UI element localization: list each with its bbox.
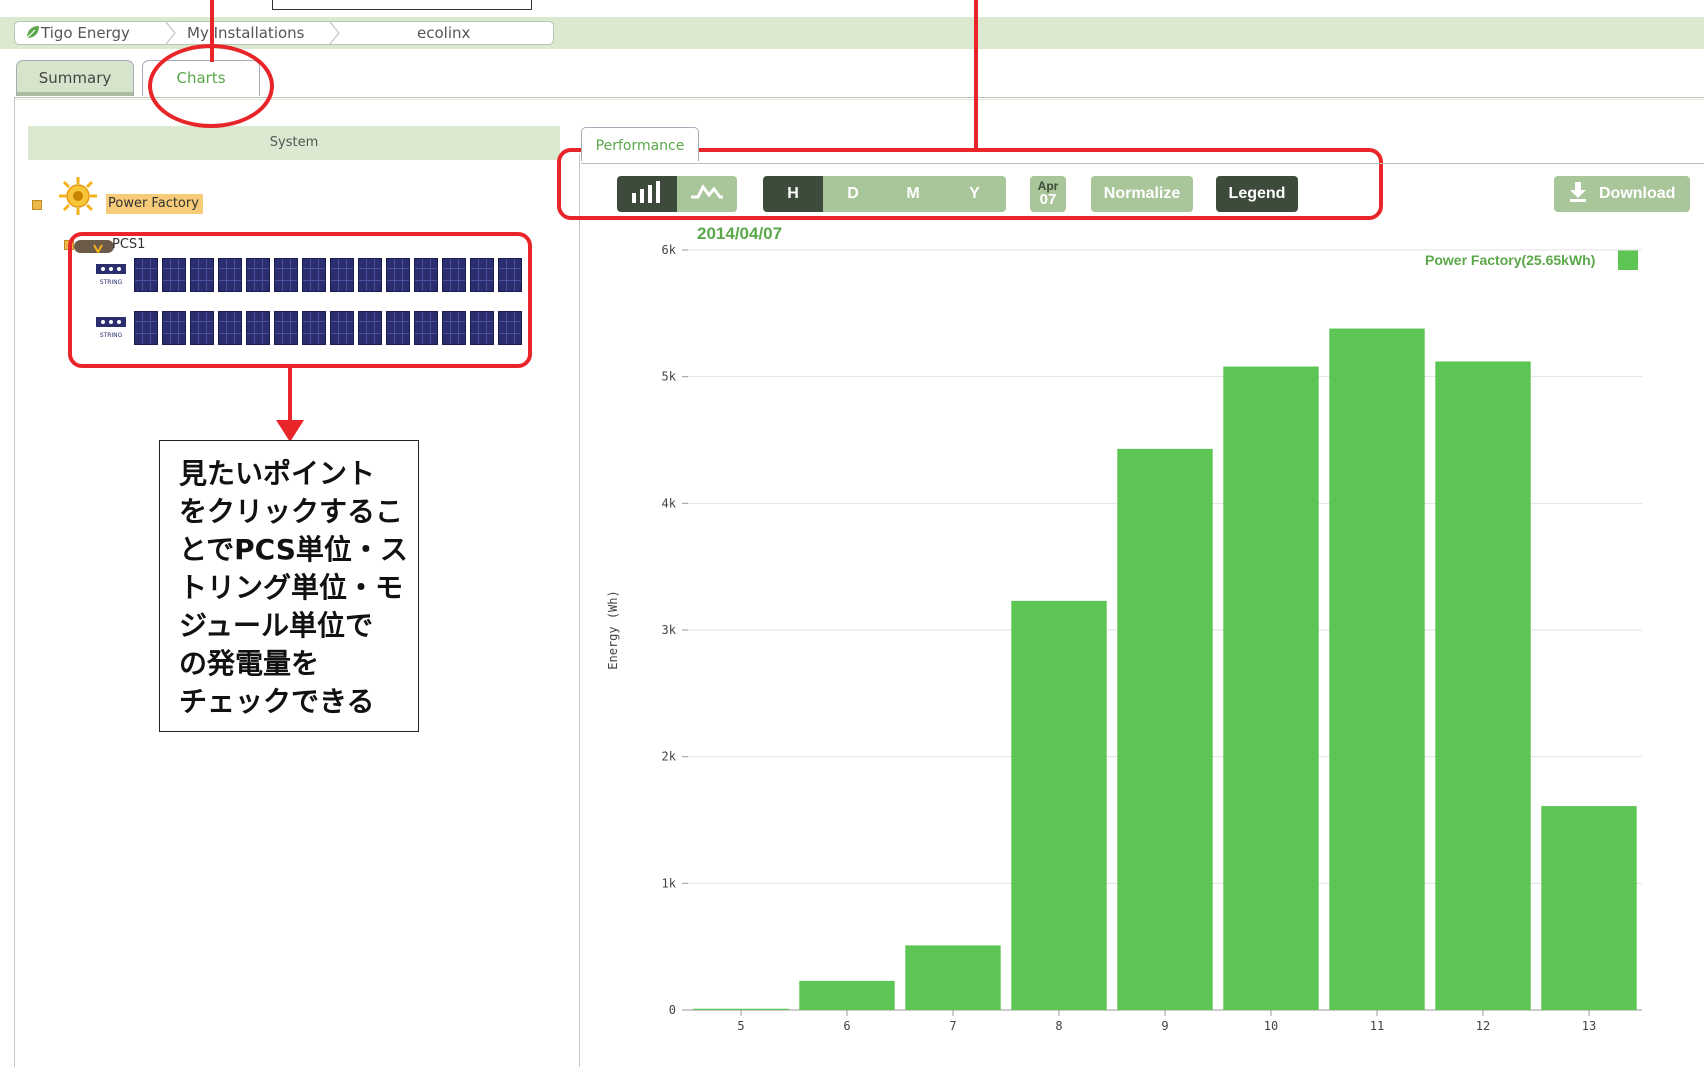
tab-performance[interactable]: Performance bbox=[581, 127, 699, 161]
annotation-circle-charts bbox=[148, 44, 274, 128]
line-chart-icon bbox=[691, 184, 723, 199]
x-tick-label: 11 bbox=[1370, 1019, 1384, 1032]
date-picker-button[interactable]: Apr 07 bbox=[1030, 176, 1066, 212]
tree-collapse-icon[interactable] bbox=[32, 200, 42, 210]
x-tick-label: 7 bbox=[949, 1019, 956, 1032]
y-tick-label: 1k bbox=[662, 876, 677, 890]
x-tick-label: 6 bbox=[843, 1019, 850, 1032]
leaf-icon bbox=[26, 26, 39, 39]
y-tick-label: 0 bbox=[669, 1003, 676, 1017]
download-icon bbox=[1569, 182, 1586, 202]
normalize-button[interactable]: Normalize bbox=[1091, 176, 1193, 212]
period-year-button[interactable]: Y bbox=[943, 176, 1006, 212]
period-day-button[interactable]: D bbox=[823, 176, 883, 212]
bar bbox=[1011, 600, 1107, 1010]
breadcrumb-installations[interactable]: My Installations bbox=[187, 24, 304, 42]
bar bbox=[1435, 361, 1531, 1010]
y-tick-label: 5k bbox=[662, 370, 677, 384]
x-tick-label: 12 bbox=[1476, 1019, 1490, 1032]
y-tick-label: 6k bbox=[662, 243, 677, 257]
left-border bbox=[14, 98, 15, 1067]
sun-icon bbox=[59, 177, 97, 215]
chevron-right-icon bbox=[329, 22, 340, 44]
bar bbox=[693, 1008, 789, 1010]
breadcrumb-home[interactable]: Tigo Energy bbox=[25, 24, 130, 42]
annotation-arrow-shaft bbox=[288, 366, 292, 428]
panel-separator bbox=[579, 154, 580, 1067]
bar-chart-icon bbox=[632, 181, 660, 203]
chevron-right-icon bbox=[165, 22, 176, 44]
bar bbox=[1117, 448, 1213, 1010]
date-day: 07 bbox=[1039, 191, 1057, 208]
x-tick-label: 9 bbox=[1161, 1019, 1168, 1032]
line-chart-button[interactable] bbox=[677, 176, 737, 212]
breadcrumb: Tigo Energy My Installations ecolinx bbox=[14, 21, 554, 45]
note-line: の発電量を bbox=[179, 647, 320, 680]
x-tick-label: 10 bbox=[1264, 1019, 1278, 1032]
bar bbox=[1541, 806, 1637, 1010]
annotation-box-top bbox=[272, 0, 532, 10]
annotation-note: 見たいポイント をクリックするこ とでPCS単位・ス トリング単位・モ ジュール… bbox=[159, 440, 419, 732]
breadcrumb-label: Tigo Energy bbox=[41, 24, 130, 42]
bar-chart: 0 1k 2k 3k 4k 5k 6k Energy (Wh) 5 6 7 8 9 10 11 12 13 bbox=[606, 243, 1642, 1032]
x-tick-label: 5 bbox=[737, 1019, 744, 1032]
note-line: とでPCS単位・ス bbox=[179, 533, 408, 566]
bar bbox=[799, 980, 895, 1010]
system-header: System bbox=[28, 126, 560, 160]
y-axis-label: Energy (Wh) bbox=[606, 590, 620, 669]
note-line: をクリックするこ bbox=[179, 495, 404, 528]
legend-button[interactable]: Legend bbox=[1216, 176, 1298, 212]
breadcrumb-site[interactable]: ecolinx bbox=[417, 24, 470, 42]
y-tick-label: 4k bbox=[662, 496, 677, 510]
period-month-button[interactable]: M bbox=[883, 176, 943, 212]
arrow-down-icon bbox=[276, 420, 304, 442]
tab-summary[interactable]: Summary bbox=[16, 60, 134, 96]
bar bbox=[905, 945, 1001, 1010]
annotation-line-toolbar bbox=[974, 0, 978, 150]
x-tick-label: 13 bbox=[1582, 1019, 1596, 1032]
note-line: ジュール単位で bbox=[179, 609, 374, 642]
note-line: 見たいポイント bbox=[179, 457, 376, 490]
x-tick-label: 8 bbox=[1055, 1019, 1062, 1032]
note-line: チェックできる bbox=[179, 685, 375, 718]
download-button[interactable]: Download bbox=[1554, 176, 1690, 212]
performance-divider bbox=[581, 163, 1704, 164]
tree-node-power-factory[interactable]: Power Factory bbox=[106, 194, 203, 214]
y-tick-label: 3k bbox=[662, 623, 677, 637]
bar bbox=[1329, 328, 1425, 1010]
bar bbox=[1223, 366, 1319, 1010]
note-line: トリング単位・モ bbox=[179, 571, 404, 604]
y-tick-label: 2k bbox=[662, 750, 677, 764]
period-hour-button[interactable]: H bbox=[763, 176, 823, 212]
download-label: Download bbox=[1599, 185, 1676, 202]
annotation-box-modules bbox=[68, 232, 532, 368]
bar-chart-button[interactable] bbox=[617, 176, 677, 212]
